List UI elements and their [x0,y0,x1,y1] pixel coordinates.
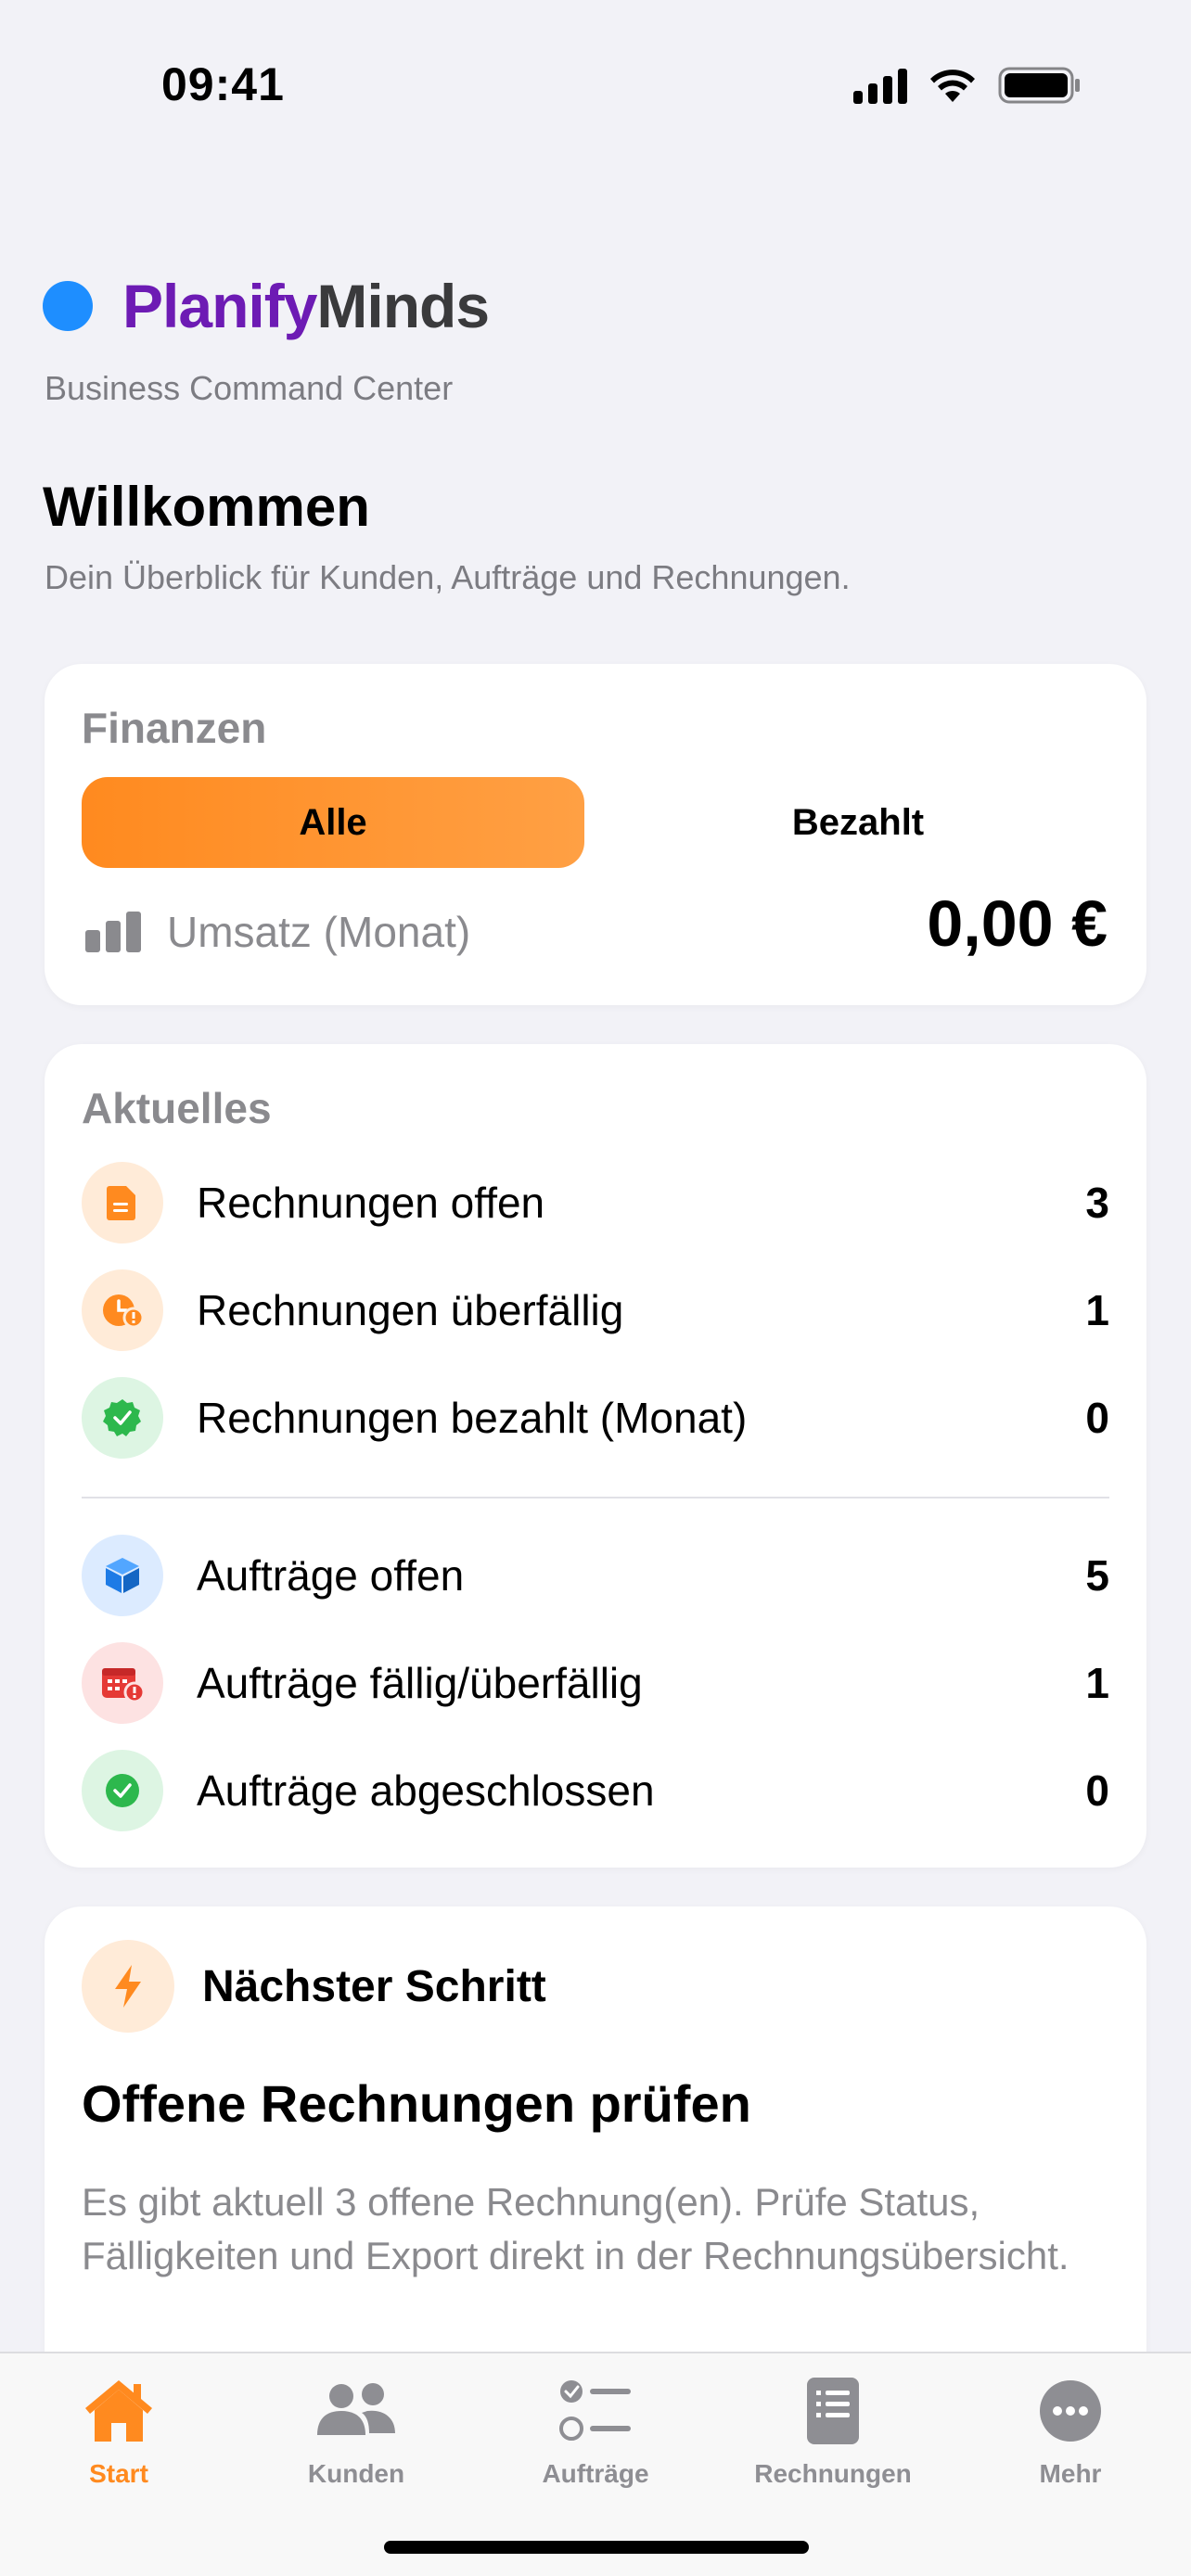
revenue-value: 0,00 € [927,887,1108,960]
row-count: 0 [1085,1766,1109,1815]
checklist-icon [558,2372,633,2450]
people-icon [314,2372,399,2450]
next-step-header: Nächster Schritt [82,1940,546,2033]
row-label: Rechnungen überfällig [197,1286,624,1334]
row-label: Rechnungen offen [197,1179,545,1227]
wifi-icon [930,70,975,102]
tab-label: Mehr [1039,2459,1102,2488]
calendar-alert-icon [82,1642,163,1724]
revenue-label-group: Umsatz (Monat) [85,907,470,957]
page-title: Willkommen [43,476,370,538]
row-invoices-overdue[interactable]: Rechnungen überfällig 1 [82,1269,1109,1352]
home-indicator[interactable] [384,2541,809,2554]
tab-mehr[interactable]: Mehr [968,2372,1172,2489]
row-count: 1 [1085,1659,1109,1707]
brand-header: PlanifyMinds [43,271,490,341]
next-step-heading: Nächster Schritt [202,1961,546,2011]
section-divider [82,1497,1109,1498]
row-invoices-paid[interactable]: Rechnungen bezahlt (Monat) 0 [82,1376,1109,1460]
segment-alle[interactable]: Alle [82,777,584,868]
brand-name-part2: Minds [316,272,490,340]
list-doc-icon [805,2372,861,2450]
brand-name: PlanifyMinds [122,271,490,341]
row-count: 1 [1085,1286,1109,1334]
row-orders-due[interactable]: Aufträge fällig/überfällig 1 [82,1641,1109,1725]
news-title: Aktuelles [82,1084,272,1132]
row-count: 5 [1085,1551,1109,1600]
next-step-text: Es gibt aktuell 3 offene Rechnung(en). P… [82,2180,1069,2277]
row-invoices-open[interactable]: Rechnungen offen 3 [82,1161,1109,1244]
tab-rechnungen[interactable]: Rechnungen [731,2372,935,2489]
tab-label: Rechnungen [754,2459,912,2488]
check-badge-icon [82,1377,163,1459]
brand-dot-icon [43,281,93,331]
tab-label: Kunden [307,2459,405,2488]
row-label: Aufträge fällig/überfällig [197,1659,643,1707]
tab-auftraege[interactable]: Aufträge [493,2372,698,2489]
finance-segmented-control: Alle Bezahlt [82,777,1109,868]
tab-start[interactable]: Start [17,2372,221,2489]
row-orders-done[interactable]: Aufträge abgeschlossen 0 [82,1749,1109,1832]
row-count: 0 [1085,1394,1109,1442]
finance-card: Finanzen Alle Bezahlt Umsatz (Monat) 0,0… [45,664,1146,1005]
lightning-icon [82,1940,174,2033]
status-time: 09:41 [161,58,285,110]
segment-bezahlt[interactable]: Bezahlt [607,777,1109,868]
row-label: Aufträge abgeschlossen [197,1766,655,1815]
row-orders-open[interactable]: Aufträge offen 5 [82,1534,1109,1617]
brand-subtitle: Business Command Center [45,369,454,407]
tab-kunden[interactable]: Kunden [254,2372,458,2489]
battery-icon [998,67,1080,104]
check-circle-icon [82,1750,163,1831]
screen: 09:41 PlanifyMinds Business Command Cent… [0,0,1191,2576]
cellular-signal-icon [853,67,907,104]
news-card: Aktuelles Rechnungen offen 3 Rechnungen … [45,1044,1146,1868]
more-icon [1038,2372,1103,2450]
status-icons [853,65,1082,106]
row-count: 3 [1085,1179,1109,1227]
tab-label: Start [89,2459,148,2488]
next-step-title: Offene Rechnungen prüfen [82,2074,751,2133]
brand-name-part1: Planify [122,272,317,340]
page-subtitle: Dein Überblick für Kunden, Aufträge und … [45,558,851,596]
document-icon [82,1162,163,1243]
row-label: Rechnungen bezahlt (Monat) [197,1394,748,1442]
finance-title: Finanzen [82,704,267,752]
tab-label: Aufträge [542,2459,649,2488]
revenue-label: Umsatz (Monat) [167,908,471,956]
bar-chart-icon [85,912,141,952]
clock-alert-icon [82,1269,163,1351]
box-icon [82,1535,163,1616]
status-bar: 09:41 [0,0,1191,148]
house-icon [82,2372,156,2450]
row-label: Aufträge offen [197,1551,465,1600]
